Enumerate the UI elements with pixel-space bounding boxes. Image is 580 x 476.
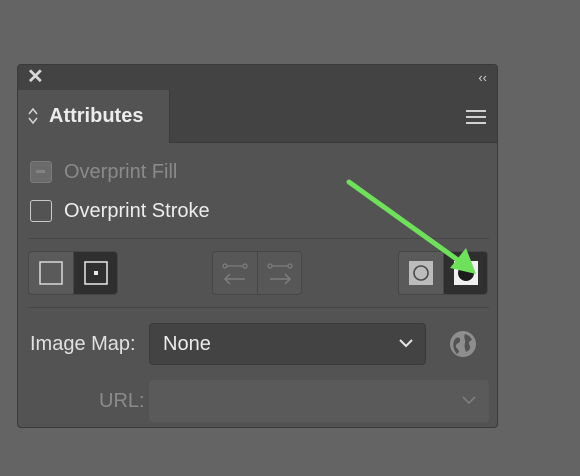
non-zero-winding-button[interactable] [399, 252, 443, 294]
close-icon[interactable]: ✕ [27, 67, 44, 87]
even-odd-icon [454, 261, 478, 285]
reverse-path-right-button[interactable] [257, 252, 301, 294]
url-dropdown[interactable] [149, 380, 489, 422]
path-direction-left-icon [222, 263, 248, 285]
show-center-point-button[interactable] [73, 252, 117, 294]
divider [28, 307, 489, 308]
square-center-dot-icon [84, 261, 108, 285]
tab-attributes[interactable]: Attributes [18, 90, 170, 143]
overprint-fill-label: Overprint Fill [64, 160, 178, 183]
reverse-path-group [212, 251, 302, 295]
center-point-group [28, 251, 118, 295]
fill-rule-group [398, 251, 488, 295]
square-icon [39, 261, 63, 285]
expand-collapse-arrows-icon[interactable] [27, 106, 39, 126]
image-map-label: Image Map: [30, 333, 136, 355]
panel-titlebar: ✕ ‹‹ [18, 65, 497, 90]
path-direction-right-icon [267, 263, 293, 285]
chevron-down-icon [462, 396, 476, 405]
overprint-stroke-row: Overprint Stroke [30, 199, 210, 223]
even-odd-button[interactable] [443, 252, 487, 294]
image-map-dropdown[interactable]: None [149, 323, 426, 365]
overprint-fill-row: Overprint Fill [30, 160, 177, 184]
globe-icon[interactable] [449, 330, 477, 358]
hamburger-menu-icon[interactable] [466, 110, 486, 124]
tab-label: Attributes [49, 105, 144, 127]
collapse-icon[interactable]: ‹‹ [478, 70, 487, 85]
image-map-value: None [163, 333, 211, 355]
attributes-panel: ✕ ‹‹ Attributes Overprint Fill Overprint… [17, 64, 498, 428]
url-label: URL: [99, 390, 145, 412]
overprint-stroke-checkbox[interactable] [30, 200, 52, 222]
panel-tab-strip: Attributes [18, 90, 497, 143]
divider [28, 238, 489, 239]
chevron-down-icon [399, 339, 413, 348]
reverse-path-left-button[interactable] [213, 252, 257, 294]
overprint-fill-checkbox[interactable] [30, 161, 52, 183]
non-zero-winding-icon [409, 261, 433, 285]
overprint-stroke-label: Overprint Stroke [64, 199, 210, 222]
hide-center-point-button[interactable] [29, 252, 73, 294]
